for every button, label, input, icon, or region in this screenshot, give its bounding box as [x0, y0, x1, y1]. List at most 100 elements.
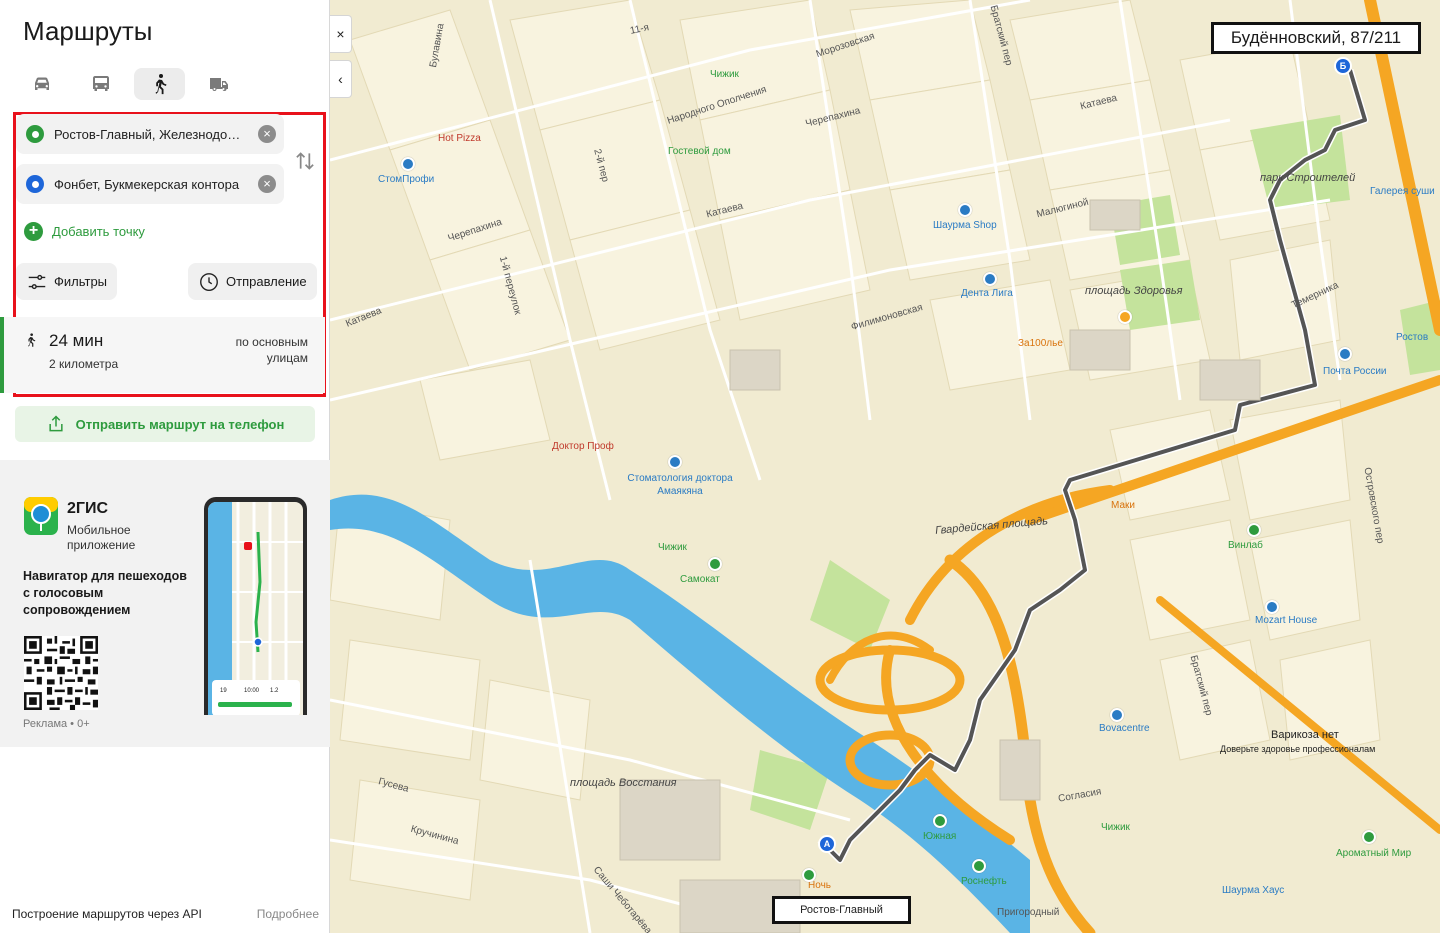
origin-field[interactable]: Ростов-Главный, Железнодорожный вокзал × — [16, 114, 284, 154]
clock-icon — [200, 272, 218, 291]
origin-station-label: Ростов-Главный — [772, 896, 911, 924]
destination-marker-icon[interactable]: Б — [1334, 57, 1352, 75]
poi-pin-icon[interactable] — [1247, 523, 1261, 537]
poi-label[interactable]: Шаурма Shop — [933, 220, 997, 231]
poi-label[interactable]: Чижик — [658, 542, 687, 553]
truck-icon — [209, 78, 228, 91]
svg-text:19: 19 — [220, 688, 227, 694]
poi-label[interactable]: Доктор Проф — [552, 441, 614, 452]
clear-destination-icon[interactable]: × — [258, 175, 276, 193]
mode-transit-button[interactable] — [75, 68, 126, 100]
destination-value: Фонбет, Букмекерская контора — [54, 176, 240, 192]
poi-label[interactable]: Шаурма Хаус — [1222, 885, 1284, 896]
square-label: площадь Восстания — [570, 777, 677, 789]
poi-pin-icon[interactable] — [1110, 708, 1124, 722]
route-result[interactable]: 24 мин 2 километра по основным улицам — [0, 317, 325, 393]
mode-pedestrian-button[interactable] — [134, 68, 185, 100]
add-point-button[interactable]: + Добавить точку — [24, 222, 145, 241]
poi-label[interactable]: Варикоза нет — [1271, 729, 1339, 741]
poi-pin-icon[interactable] — [1338, 347, 1352, 361]
poi-pin-icon[interactable] — [802, 868, 816, 882]
qr-code-icon — [24, 636, 98, 710]
app-promo[interactable]: 2ГИС Мобильное приложение Навигатор для … — [0, 460, 330, 747]
result-selected-bar — [0, 317, 4, 393]
poi-label[interactable]: Ростов — [1396, 332, 1428, 343]
2gis-logo-icon — [24, 497, 58, 535]
poi-pin-icon[interactable] — [958, 203, 972, 217]
walk-icon — [23, 331, 39, 349]
poi-pin-icon[interactable] — [972, 859, 986, 873]
send-to-phone-button[interactable]: Отправить маршрут на телефон — [15, 406, 315, 442]
departure-label: Отправление — [226, 274, 307, 289]
square-label: парк Строителей — [1260, 172, 1356, 184]
poi-label[interactable]: Самокат — [680, 574, 720, 585]
collapse-panel-button[interactable]: ‹ — [330, 60, 352, 98]
svg-text:10:00: 10:00 — [244, 688, 260, 694]
share-icon — [49, 415, 63, 432]
send-to-phone-label: Отправить маршрут на телефон — [75, 416, 285, 432]
more-link[interactable]: Подробнее — [257, 907, 319, 921]
clear-origin-icon[interactable]: × — [258, 125, 276, 143]
destination-dot-icon — [26, 175, 44, 193]
poi-pin-icon[interactable] — [668, 455, 682, 469]
poi-label[interactable]: За100лье — [1018, 338, 1063, 349]
destination-address-label: Будённовский, 87/211 — [1211, 22, 1421, 54]
poi-label[interactable]: Стоматология доктора Амаякяна — [620, 472, 740, 498]
phone-preview: 19 10:00 1.2 — [204, 497, 307, 715]
poi-pin-icon[interactable] — [1118, 310, 1132, 324]
poi-label[interactable]: Роснефть — [961, 876, 1007, 887]
origin-value: Ростов-Главный, Железнодорожный вокзал — [54, 126, 246, 142]
svg-text:1.2: 1.2 — [270, 688, 279, 694]
app-description: Навигатор для пешеходов с голосовым сопр… — [23, 569, 187, 617]
close-button[interactable]: × — [330, 15, 352, 53]
car-icon — [34, 77, 49, 90]
poi-label[interactable]: Почта России — [1323, 366, 1387, 377]
poi-pin-icon[interactable] — [983, 272, 997, 286]
bus-icon — [92, 76, 109, 91]
poi-label[interactable]: Гостевой дом — [668, 146, 731, 157]
poi-label[interactable]: Чижик — [1101, 822, 1130, 833]
plus-icon: + — [24, 222, 43, 241]
map-canvas[interactable]: Б А 11-я Морозовская Братский пер Народн… — [330, 0, 1440, 933]
square-label: площадь Здоровья — [1085, 285, 1183, 297]
poi-label[interactable]: Дента Лига — [961, 288, 1013, 299]
origin-marker-icon[interactable]: А — [818, 835, 836, 853]
poi-label[interactable]: Ароматный Мир — [1336, 848, 1411, 859]
poi-pin-icon[interactable] — [708, 557, 722, 571]
departure-button[interactable]: Отправление — [188, 263, 317, 300]
route-via: по основным улицам — [235, 335, 308, 365]
route-sidebar: Маршруты Ростов-Главный, Железнодорожный… — [0, 0, 330, 933]
poi-label[interactable]: Южная — [923, 831, 956, 842]
sidebar-footer: Построение маршрутов через API Подробнее — [12, 907, 320, 921]
filters-label: Фильтры — [54, 274, 108, 289]
poi-label[interactable]: Чижик — [710, 69, 739, 80]
walk-icon — [155, 74, 166, 95]
poi-label[interactable]: Hot Pizza — [438, 133, 481, 144]
poi-label[interactable]: СтомПрофи — [378, 174, 434, 185]
filters-button[interactable]: Фильтры — [16, 263, 118, 300]
poi-label[interactable]: Маки — [1111, 500, 1135, 511]
poi-label[interactable]: Галерея суши — [1370, 186, 1435, 197]
route-distance: 2 километра — [49, 357, 119, 371]
mode-truck-button[interactable] — [193, 68, 244, 100]
poi-pin-icon[interactable] — [1362, 830, 1376, 844]
mode-car-button[interactable] — [16, 68, 67, 100]
route-duration: 24 мин — [49, 331, 104, 350]
destination-field[interactable]: Фонбет, Букмекерская контора × — [16, 164, 284, 204]
transport-modes — [16, 68, 244, 100]
map-graphics — [330, 0, 1440, 933]
add-point-label: Добавить точку — [52, 224, 145, 239]
poi-label[interactable]: Bovacentre — [1099, 723, 1150, 734]
filters-icon — [28, 274, 46, 289]
poi-label[interactable]: Винлаб — [1228, 540, 1263, 551]
poi-label[interactable]: Mozart House — [1255, 615, 1317, 626]
poi-pin-icon[interactable] — [933, 814, 947, 828]
street-label: Пригородный — [997, 907, 1060, 918]
poi-pin-icon[interactable] — [1265, 600, 1279, 614]
swap-icon[interactable] — [292, 148, 318, 174]
page-title: Маршруты — [23, 16, 153, 46]
poi-label: Доверьте здоровье профессионалам — [1220, 744, 1376, 754]
poi-pin-icon[interactable] — [401, 157, 415, 171]
api-link[interactable]: Построение маршрутов через API — [12, 907, 202, 921]
street-label: Ночь — [808, 880, 831, 891]
